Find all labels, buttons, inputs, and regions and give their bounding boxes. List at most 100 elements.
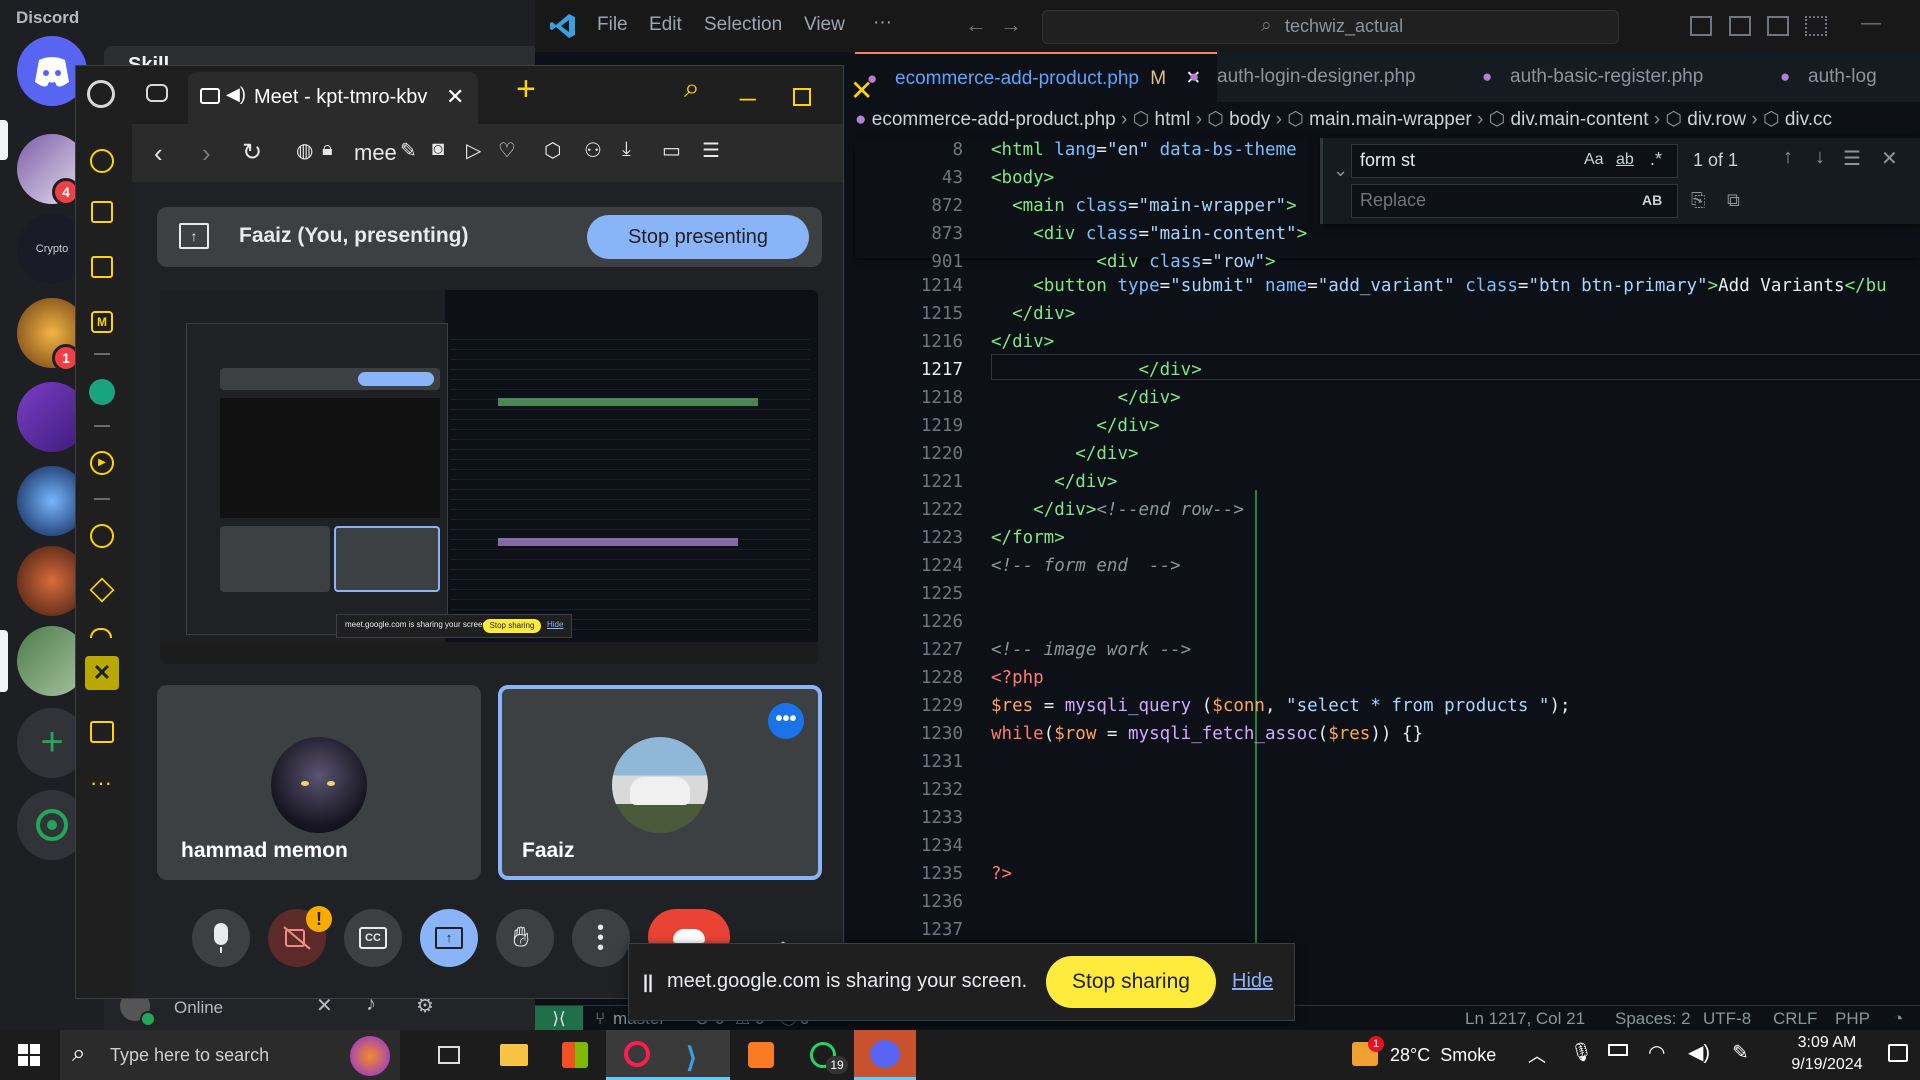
- next-match-icon[interactable]: ↓: [1815, 146, 1825, 169]
- code-line[interactable]: </div>: [991, 332, 1054, 352]
- vpn-icon[interactable]: ◍: [296, 138, 313, 163]
- taskbar-search-box[interactable]: ⌕ Type here to search: [60, 1030, 400, 1080]
- present-screen-button[interactable]: ↑: [420, 909, 478, 967]
- code-line[interactable]: <main class="main-wrapper">: [991, 196, 1297, 216]
- menu-edit[interactable]: Edit: [649, 14, 682, 36]
- replace-input[interactable]: AB: [1351, 184, 1678, 218]
- minimize-icon[interactable]: —: [1861, 12, 1881, 35]
- code-line[interactable]: ?>: [991, 864, 1012, 884]
- extensions-icon[interactable]: ⬡: [544, 138, 561, 163]
- stop-sharing-button[interactable]: Stop sharing: [1046, 956, 1216, 1008]
- forward-icon[interactable]: ›: [202, 138, 211, 169]
- task-view-icon[interactable]: [418, 1030, 480, 1080]
- replace-icon[interactable]: ⎘: [1691, 190, 1705, 211]
- camera-snapshot-icon[interactable]: ◙: [432, 138, 444, 161]
- close-tab-icon[interactable]: ✕: [446, 84, 464, 110]
- reload-icon[interactable]: ↻: [242, 138, 262, 167]
- vscode-taskbar-icon[interactable]: ⟩: [668, 1030, 730, 1080]
- drag-handle-icon[interactable]: ||: [643, 972, 653, 993]
- notifications-icon[interactable]: ◔: [1893, 1006, 1903, 1031]
- windows-start-icon[interactable]: [18, 1044, 40, 1066]
- tab-auth-log[interactable]: ● auth-log: [1768, 52, 1920, 102]
- tab-auth-basic-register[interactable]: ● auth-basic-register.php: [1470, 52, 1770, 102]
- xampp-icon[interactable]: [730, 1030, 792, 1080]
- preserve-case-icon[interactable]: AB: [1642, 192, 1662, 208]
- speed-dial-icon[interactable]: [90, 149, 114, 173]
- clock-date[interactable]: 9/19/2024: [1782, 1056, 1872, 1074]
- toggle-sidebar-icon[interactable]: [1690, 16, 1712, 36]
- code-line[interactable]: </div>: [991, 388, 1180, 408]
- menu-selection[interactable]: Selection: [704, 14, 782, 36]
- forward-arrow-icon[interactable]: →: [1000, 12, 1022, 38]
- search-tabs-icon[interactable]: ⌕: [684, 72, 700, 105]
- code-line[interactable]: <html lang="en" data-bs-theme: [991, 140, 1297, 160]
- toggle-panel-icon[interactable]: [1729, 16, 1751, 36]
- browser-tab-meet[interactable]: ◀) Meet - kpt-tmro-kbv ✕: [188, 72, 478, 124]
- show-hidden-icons-icon[interactable]: ︿: [1528, 1042, 1546, 1068]
- clock-time[interactable]: 3:09 AM: [1782, 1034, 1872, 1052]
- lock-icon[interactable]: 🔒︎: [322, 138, 333, 161]
- microsoft-store-icon[interactable]: [544, 1030, 606, 1080]
- chatgpt-icon[interactable]: [89, 379, 115, 405]
- breadcrumb-body[interactable]: body: [1229, 109, 1270, 130]
- code-line[interactable]: $res = mysqli_query ($conn, "select * fr…: [991, 696, 1571, 716]
- breadcrumb-col[interactable]: div.cc: [1785, 109, 1832, 130]
- code-editor[interactable]: 8 <html lang="en" data-bs-theme 43 <body> 87…: [855, 138, 1920, 1013]
- code-line[interactable]: </div><!--end row-->: [991, 500, 1244, 520]
- code-line[interactable]: <div class="main-content">: [991, 224, 1307, 244]
- use-regex-icon[interactable]: .*: [1650, 149, 1662, 170]
- find-input[interactable]: form st Aa ab .*: [1351, 144, 1678, 178]
- wifi-icon[interactable]: ◠: [1648, 1040, 1665, 1065]
- weather-text[interactable]: 28°C Smoke: [1390, 1045, 1496, 1066]
- opera-logo-icon[interactable]: [87, 80, 115, 108]
- code-line[interactable]: <!-- form end -->: [991, 556, 1181, 576]
- customize-layout-icon[interactable]: [1805, 16, 1827, 36]
- battery-saver-icon[interactable]: ▭: [662, 138, 681, 163]
- twitch-icon[interactable]: [91, 256, 113, 278]
- close-find-icon[interactable]: ✕: [1881, 146, 1898, 171]
- code-line[interactable]: </div>: [991, 304, 1075, 324]
- breadcrumb-html[interactable]: html: [1155, 109, 1191, 130]
- downloads-icon[interactable]: ⤓: [622, 138, 631, 161]
- raise-hand-button[interactable]: ✋︎: [496, 909, 554, 967]
- memory-chip-icon[interactable]: M: [91, 311, 113, 333]
- edit-icon[interactable]: ✎: [400, 138, 417, 163]
- code-line[interactable]: </div>: [991, 444, 1138, 464]
- breadcrumb-row[interactable]: div.row: [1687, 109, 1746, 130]
- more-options-button[interactable]: • • •: [572, 909, 630, 967]
- back-arrow-icon[interactable]: ←: [965, 12, 987, 38]
- gallery-image-icon[interactable]: [90, 721, 114, 743]
- menu-view[interactable]: View: [804, 14, 845, 36]
- gamepad-icon[interactable]: [146, 84, 168, 102]
- replace-all-icon[interactable]: ⧉: [1727, 190, 1740, 211]
- notification-center-icon[interactable]: [1888, 1044, 1908, 1062]
- command-center-search[interactable]: ⌕ techwiz_actual: [1042, 10, 1619, 44]
- player-icon[interactable]: ▶: [90, 451, 114, 475]
- extensions-cube-icon[interactable]: [89, 577, 115, 603]
- match-whole-word-icon[interactable]: ab: [1616, 151, 1634, 169]
- pen-icon[interactable]: ✎: [1732, 1040, 1749, 1065]
- code-line[interactable]: <body>: [991, 168, 1054, 188]
- find-in-selection-icon[interactable]: ☰: [1843, 146, 1861, 171]
- microphone-tray-icon[interactable]: 🎙︎: [1570, 1042, 1593, 1063]
- match-case-icon[interactable]: Aa: [1584, 151, 1604, 169]
- window-minimize-icon[interactable]: _: [740, 70, 756, 102]
- whatsapp-icon[interactable]: 19: [792, 1030, 854, 1080]
- hide-link[interactable]: Hide: [1232, 970, 1273, 993]
- shopping-bag-icon[interactable]: [91, 201, 113, 223]
- battery-icon[interactable]: [1608, 1044, 1628, 1056]
- code-line[interactable]: <button type="submit" name="add_variant"…: [991, 276, 1887, 296]
- code-line[interactable]: <?php: [991, 668, 1044, 688]
- code-line[interactable]: </div>: [991, 416, 1159, 436]
- easy-setup-icon[interactable]: ☰: [702, 138, 720, 163]
- profile-icon[interactable]: ⚇: [584, 138, 602, 163]
- more-options-icon[interactable]: •••: [768, 703, 804, 739]
- breadcrumb-file[interactable]: ecommerce-add-product.php: [872, 109, 1116, 130]
- stop-presenting-button[interactable]: Stop presenting: [587, 215, 809, 259]
- previous-match-icon[interactable]: ↑: [1783, 146, 1793, 169]
- language-mode[interactable]: PHP: [1835, 1006, 1870, 1031]
- code-line[interactable]: </div>: [991, 360, 1202, 380]
- discord-taskbar-icon[interactable]: [854, 1030, 916, 1080]
- more-sidebar-icon[interactable]: ···: [90, 770, 112, 796]
- settings-icon[interactable]: [90, 628, 112, 638]
